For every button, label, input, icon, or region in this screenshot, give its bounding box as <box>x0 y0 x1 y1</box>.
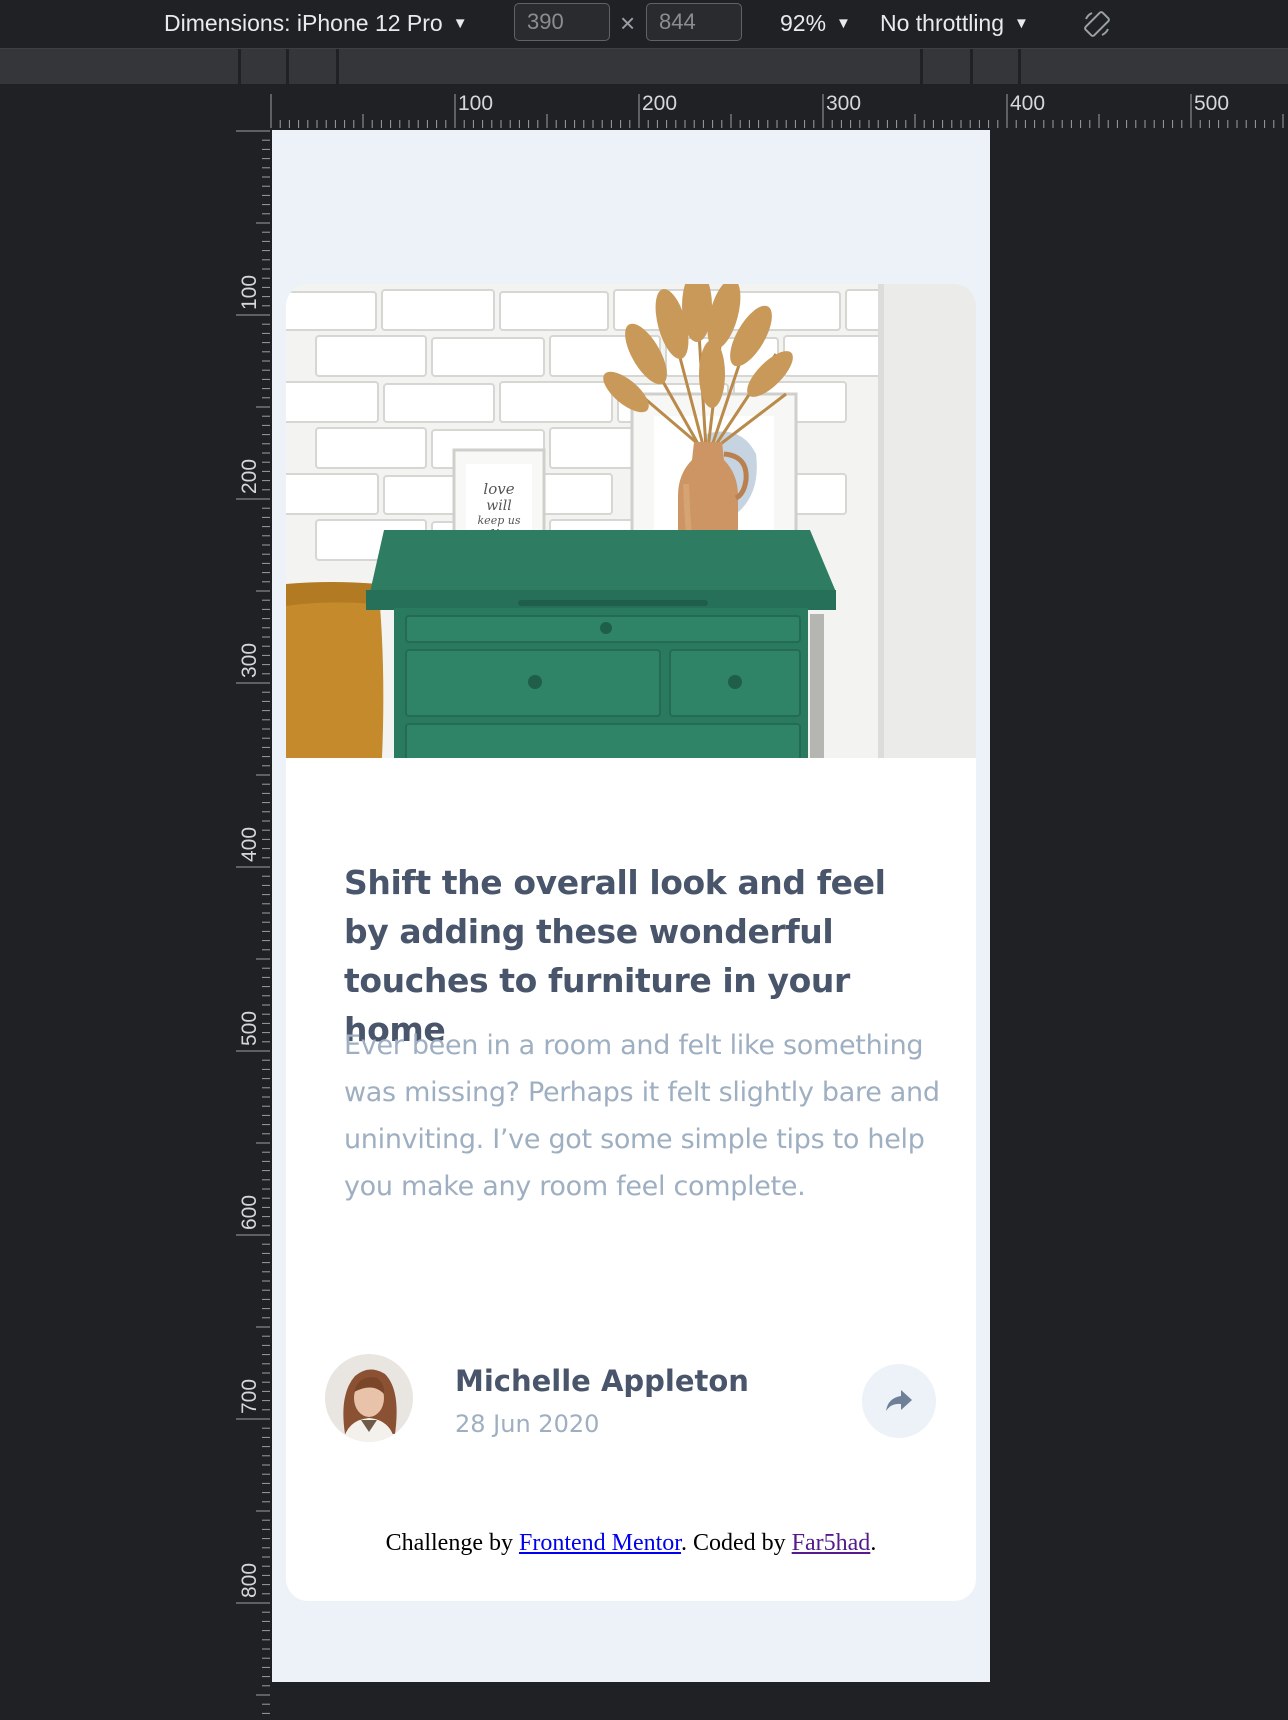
ruler-label: 300 <box>826 94 861 115</box>
ruler-label: 700 <box>238 1379 261 1414</box>
attribution-suffix: . <box>870 1530 877 1556</box>
ruler-label: 500 <box>238 1011 261 1046</box>
ruler-label: 400 <box>1010 94 1045 115</box>
ruler-label: 200 <box>642 94 677 115</box>
ruler-label: 600 <box>238 1195 261 1230</box>
vertical-ruler: 100 200 300 400 500 600 700 800 <box>236 130 270 1714</box>
times-icon: × <box>620 8 636 38</box>
svg-text:love: love <box>483 480 514 498</box>
attribution-prefix: Challenge by <box>385 1530 519 1556</box>
attribution-middle: . Coded by <box>680 1530 792 1556</box>
ruler-label: 400 <box>238 827 261 862</box>
zoom-label: 92% <box>780 10 827 36</box>
publish-date: 28 Jun 2020 <box>455 1410 600 1438</box>
dimensions-dropdown[interactable]: Dimensions: iPhone 12 Pro ▼ <box>164 10 468 37</box>
media-query-bar <box>0 49 1288 84</box>
author-link[interactable]: Far5had <box>792 1530 871 1556</box>
dimensions-label: Dimensions: iPhone 12 Pro <box>164 10 443 36</box>
article-card: love will keep us alive <box>286 284 976 1601</box>
ruler-label: 100 <box>238 275 261 310</box>
ruler-label: 100 <box>458 94 493 115</box>
chevron-down-icon: ▼ <box>452 15 468 32</box>
ruler-label: 800 <box>238 1563 261 1598</box>
ruler-label: 500 <box>1194 94 1229 115</box>
frontend-mentor-link[interactable]: Frontend Mentor <box>519 1530 681 1556</box>
rotate-icon[interactable] <box>1082 9 1112 45</box>
svg-text:will: will <box>486 498 511 514</box>
article-image: love will keep us alive <box>286 284 976 758</box>
horizontal-ruler: 100 200 300 400 500 <box>270 94 1284 128</box>
zoom-dropdown[interactable]: 92% ▼ <box>780 10 851 37</box>
device-toolbar: Dimensions: iPhone 12 Pro ▼ × 92% ▼ No t… <box>0 0 1288 49</box>
ruler-label: 300 <box>238 643 261 678</box>
author-name: Michelle Appleton <box>455 1364 749 1398</box>
ruler-label: 200 <box>238 459 261 494</box>
throttling-dropdown[interactable]: No throttling ▼ <box>880 10 1029 37</box>
height-input[interactable] <box>646 3 742 41</box>
device-viewport: love will keep us alive <box>272 130 990 1682</box>
chevron-down-icon: ▼ <box>1014 15 1029 32</box>
throttling-label: No throttling <box>880 10 1005 36</box>
article-excerpt: Ever been in a room and felt like someth… <box>344 1030 940 1202</box>
width-input[interactable] <box>514 3 610 41</box>
chevron-down-icon: ▼ <box>836 15 851 32</box>
avatar <box>325 1354 413 1442</box>
attribution: Challenge by Frontend Mentor. Coded by F… <box>272 1530 990 1557</box>
share-arrow-icon <box>886 1390 912 1411</box>
share-button[interactable] <box>862 1364 936 1438</box>
